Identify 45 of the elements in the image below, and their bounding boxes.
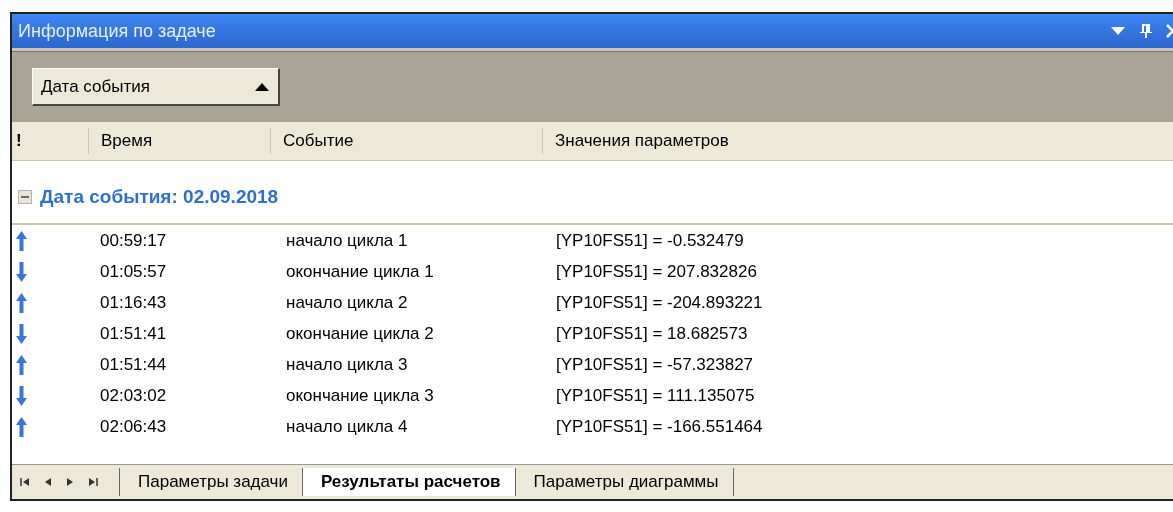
group-by-button[interactable]: Дата события [32, 68, 280, 106]
arrow-icon [16, 323, 27, 344]
table-cell-text: начало цикла 1 [285, 230, 409, 251]
dropdown-icon[interactable] [1110, 26, 1126, 36]
table-cell-text: [YP10FS51] = 207.832826 [555, 261, 758, 282]
table-cell-text: 01:05:57 [99, 261, 168, 282]
table-cell-text: начало цикла 4 [285, 416, 409, 437]
arrow-icon [16, 261, 27, 282]
table-cell-text: начало цикла 2 [285, 292, 409, 313]
arrow-icon [16, 416, 27, 437]
table-cell-text: окончание цикла 2 [285, 323, 435, 344]
first-icon[interactable] [20, 477, 30, 487]
table-cell-text: окончание цикла 1 [285, 261, 435, 282]
table-cell-text: [YP10FS51] = -166.551464 [555, 416, 764, 437]
column-header[interactable]: Значения параметров [542, 128, 1173, 154]
arrow-icon [16, 230, 27, 251]
table-cell-text: [YP10FS51] = -57.323827 [555, 354, 755, 375]
last-icon[interactable] [88, 477, 98, 487]
column-header[interactable]: Событие [270, 128, 542, 154]
tab[interactable]: Параметры диаграммы [514, 468, 734, 496]
table-cell-text: 02:03:02 [99, 385, 168, 406]
table-cell-text: 01:16:43 [99, 292, 168, 313]
column-header[interactable]: Время [88, 128, 270, 154]
pin-icon[interactable] [1140, 23, 1152, 39]
table-cell-text: 02:06:43 [99, 416, 168, 437]
group-row[interactable]: Дата события: 02.09.2018 [12, 171, 1173, 225]
column-header[interactable]: ! [12, 128, 88, 154]
table-cell-text: окончание цикла 3 [285, 385, 435, 406]
window-title: Информация по задаче [18, 20, 216, 42]
arrow-icon [16, 292, 27, 313]
group-label: Дата события: 02.09.2018 [40, 186, 279, 208]
table-cell-text: [YP10FS51] = -0.532479 [555, 230, 745, 251]
table-cell-text: [YP10FS51] = 111.135075 [555, 385, 756, 406]
arrow-icon [16, 354, 27, 375]
table-cell-text: [YP10FS51] = -204.893221 [555, 292, 764, 313]
table-cell-text: 01:51:44 [99, 354, 168, 375]
table-cell-text: 01:51:41 [99, 323, 168, 344]
previous-icon[interactable] [44, 477, 52, 487]
next-icon[interactable] [66, 477, 74, 487]
table-cell-text: [YP10FS51] = 18.682573 [555, 323, 749, 344]
arrow-icon [16, 385, 27, 406]
collapse-icon[interactable] [18, 190, 32, 204]
table-cell-text: начало цикла 3 [285, 354, 409, 375]
tab[interactable]: Результаты расчетов [301, 468, 516, 496]
table-cell-text: 00:59:17 [99, 230, 168, 251]
